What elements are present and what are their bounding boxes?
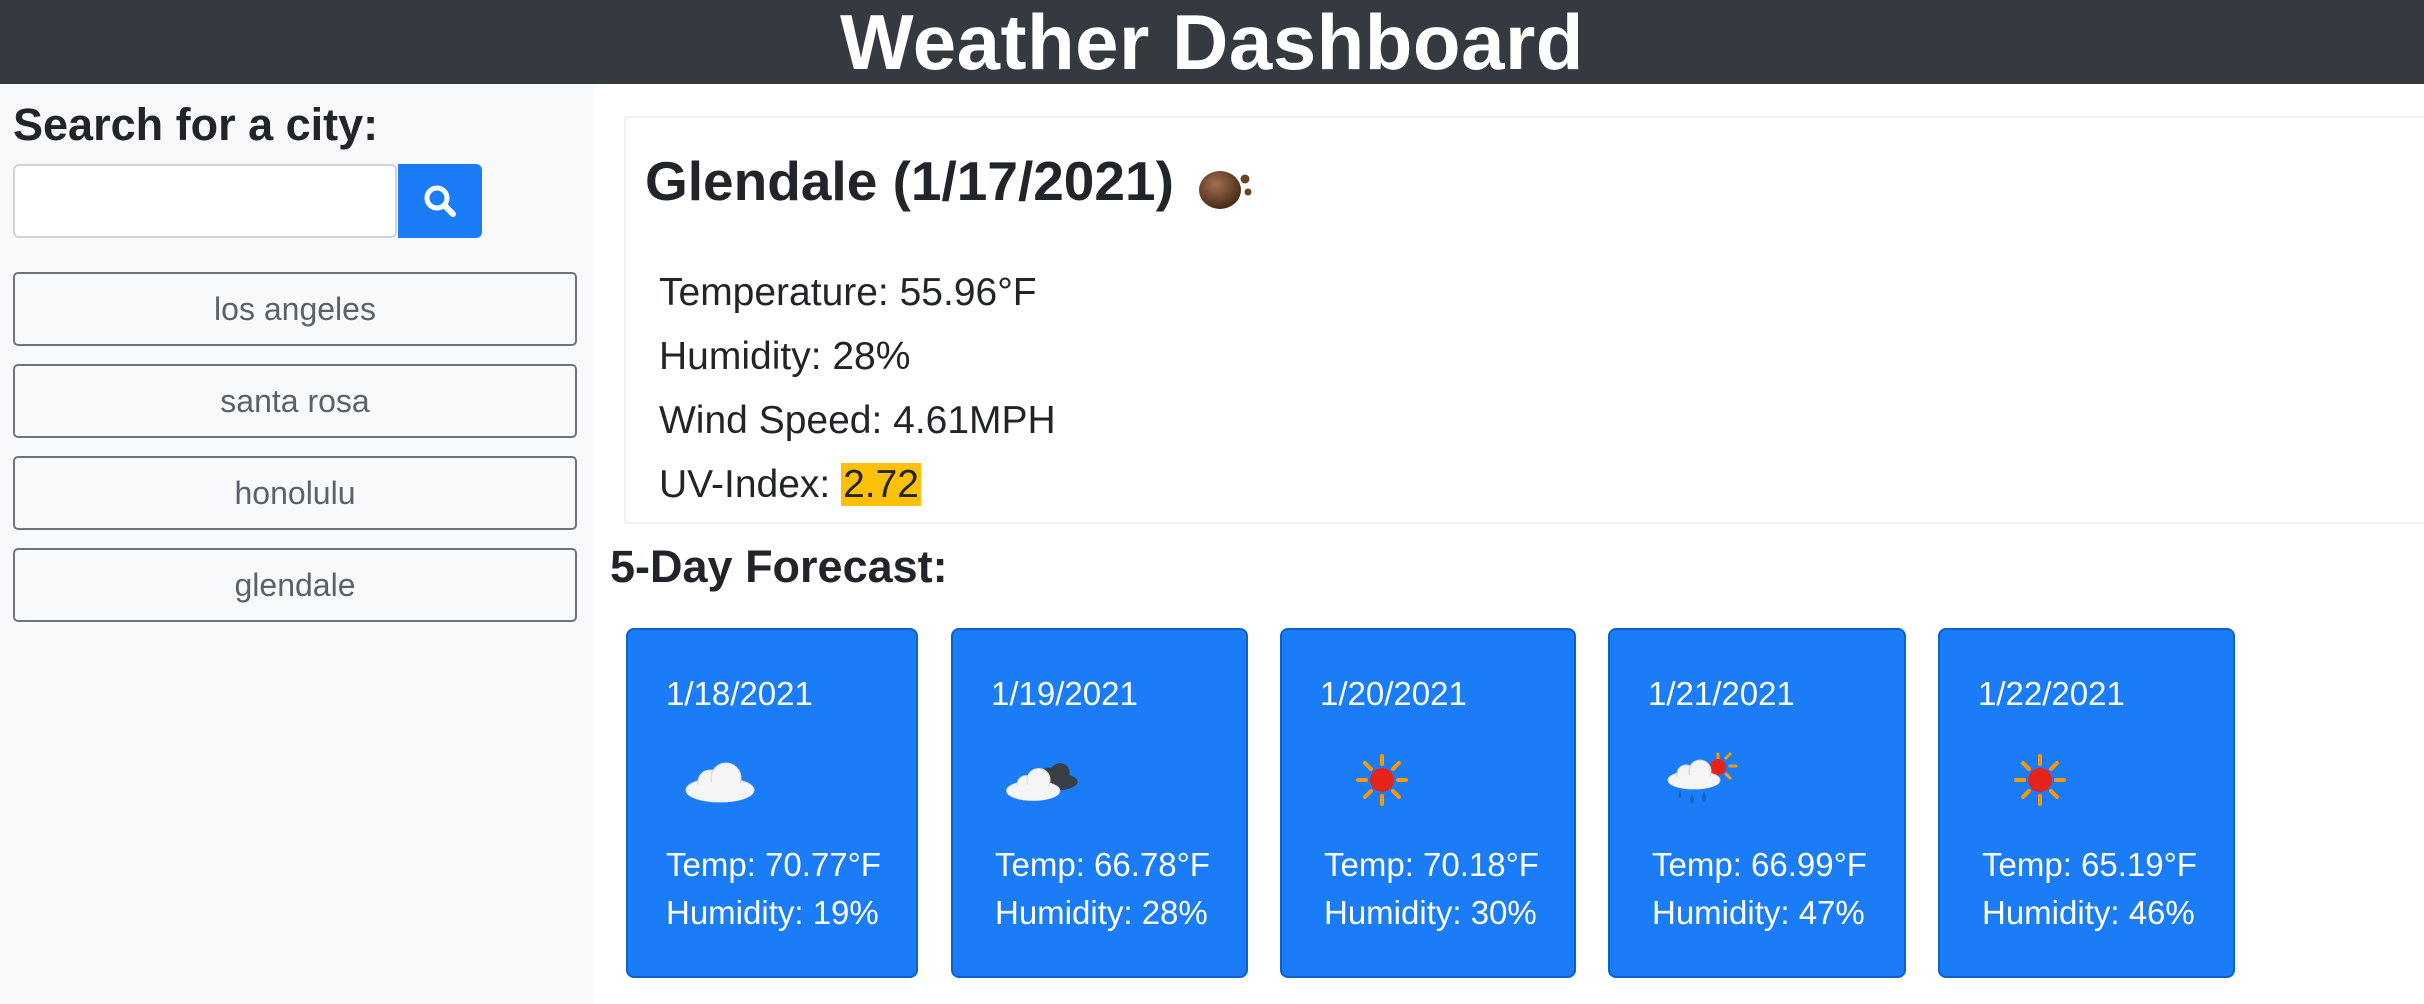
temperature-text: Temperature: 55.96°F	[659, 271, 1037, 314]
app-title: Weather Dashboard	[840, 0, 1584, 86]
uv-index-row: UV-Index: 2.72	[659, 462, 921, 509]
forecast-card: 1/19/2021 Temp: 66.78°F Humidity: 28%	[951, 628, 1248, 978]
humidity-text: Humidity: 28%	[659, 335, 911, 378]
forecast-humidity: Humidity: 19%	[666, 894, 879, 931]
forecast-temp: Temp: 70.77°F	[666, 846, 881, 883]
forecast-humidity: Humidity: 47%	[1652, 894, 1865, 931]
forecast-temp: Temp: 70.18°F	[1324, 846, 1539, 883]
history-city-button[interactable]: honolulu	[13, 456, 577, 530]
forecast-date: 1/20/2021	[1320, 675, 1467, 712]
city-search-input[interactable]	[13, 164, 397, 238]
cloud-icon	[685, 762, 755, 803]
uv-index-badge: 2.72	[841, 463, 921, 506]
forecast-humidity: Humidity: 28%	[995, 894, 1208, 931]
forecast-date: 1/19/2021	[991, 675, 1138, 712]
city-date-title: Glendale (1/17/2021)	[645, 150, 1174, 212]
forecast-card: 1/18/2021 Temp: 70.77°F Humidity: 19%	[626, 628, 918, 978]
sun-icon	[1356, 754, 1408, 806]
broken-clouds-icon	[1006, 763, 1078, 801]
search-label: Search for a city:	[13, 99, 379, 150]
history-city-button[interactable]: los angeles	[13, 272, 577, 346]
forecast-temp: Temp: 66.99°F	[1652, 846, 1867, 883]
history-city-button[interactable]: glendale	[13, 548, 577, 622]
forecast-temp: Temp: 65.19°F	[1982, 846, 2197, 883]
search-icon	[424, 185, 456, 217]
forecast-humidity: Humidity: 46%	[1982, 894, 2195, 931]
wind-speed-text: Wind Speed: 4.61MPH	[659, 399, 1056, 442]
forecast-card: 1/22/2021 Temp: 65.19°F Humidity: 46%	[1938, 628, 2235, 978]
forecast-temp: Temp: 66.78°F	[995, 846, 1210, 883]
rain-sun-icon	[1667, 752, 1738, 804]
sidebar: Search for a city: los angeles santa ros…	[0, 84, 594, 1004]
forecast-heading: 5-Day Forecast:	[610, 541, 948, 592]
forecast-date: 1/22/2021	[1978, 675, 2125, 712]
uv-index-label: UV-Index:	[659, 463, 842, 506]
forecast-card: 1/21/2021 Temp: 66.99°F Humidity: 47%	[1608, 628, 1906, 978]
sun-icon	[2014, 754, 2066, 806]
history-city-button[interactable]: santa rosa	[13, 364, 577, 438]
haze-icon	[1199, 171, 1252, 209]
search-button[interactable]	[398, 164, 482, 238]
forecast-date: 1/18/2021	[666, 675, 813, 712]
forecast-humidity: Humidity: 30%	[1324, 894, 1537, 931]
app-header: Weather Dashboard	[0, 0, 2424, 84]
forecast-date: 1/21/2021	[1648, 675, 1795, 712]
forecast-card: 1/20/2021 Temp: 70.18°F Humidity: 30%	[1280, 628, 1576, 978]
current-weather-card: Glendale (1/17/2021) Temperature: 55.96°…	[624, 116, 2424, 524]
